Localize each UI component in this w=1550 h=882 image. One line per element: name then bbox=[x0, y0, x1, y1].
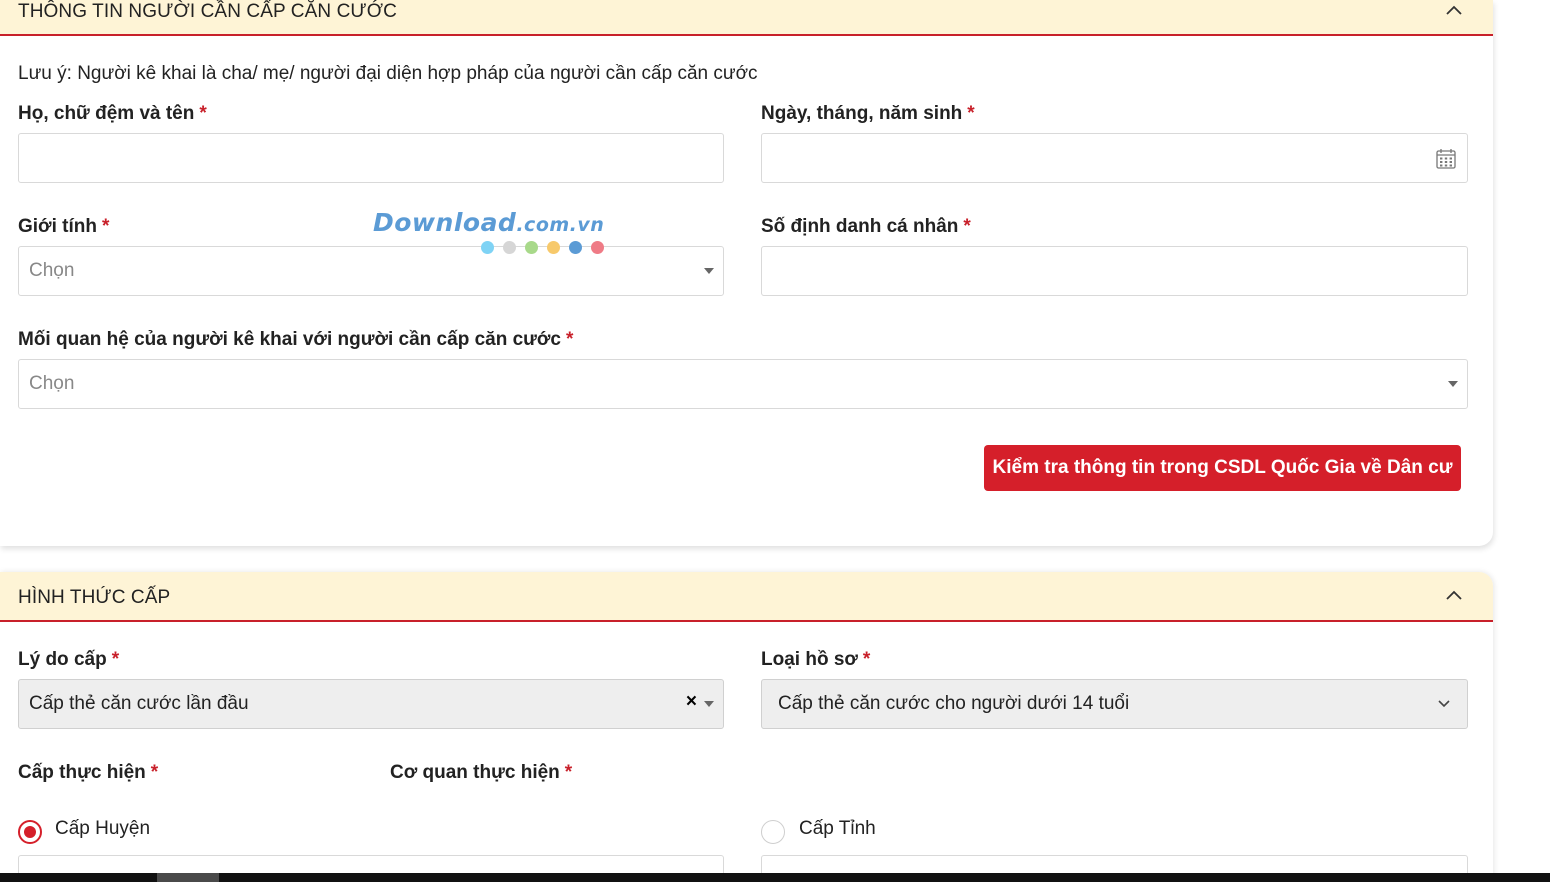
required-mark: * bbox=[101, 216, 110, 237]
radio-district-label[interactable]: Cấp Huyện bbox=[55, 818, 150, 840]
watermark-dot bbox=[569, 241, 582, 254]
required-mark: * bbox=[862, 649, 871, 670]
radio-district-level[interactable] bbox=[18, 820, 42, 844]
caret-down-icon bbox=[704, 268, 714, 274]
record-type-value: Cấp thẻ căn cước cho người dưới 14 tuổi bbox=[778, 693, 1130, 714]
watermark-dot bbox=[547, 241, 560, 254]
required-mark: * bbox=[199, 103, 207, 124]
chevron-down-icon bbox=[1438, 700, 1450, 708]
radio-province-label[interactable]: Cấp Tỉnh bbox=[799, 818, 876, 840]
required-mark: * bbox=[566, 329, 574, 350]
caret-down-icon bbox=[1448, 381, 1458, 387]
full-name-input[interactable] bbox=[18, 133, 724, 183]
relationship-label: Mối quan hệ của người kê khai với người … bbox=[18, 329, 574, 350]
required-mark: * bbox=[150, 762, 159, 783]
chevron-up-icon[interactable] bbox=[1445, 587, 1463, 605]
required-mark: * bbox=[111, 649, 120, 670]
radio-province-level[interactable] bbox=[761, 820, 785, 844]
required-mark: * bbox=[963, 216, 971, 237]
reason-value: Cấp thẻ căn cước lần đầu bbox=[29, 693, 249, 714]
note-text: Lưu ý: Người kê khai là cha/ mẹ/ người đ… bbox=[18, 63, 758, 84]
agency-label: Cơ quan thực hiện * bbox=[390, 762, 573, 783]
reason-label: Lý do cấp * bbox=[18, 649, 120, 670]
reason-select[interactable]: Cấp thẻ căn cước lần đầu × bbox=[18, 679, 724, 729]
dob-label: Ngày, tháng, năm sinh * bbox=[761, 103, 975, 124]
clear-icon[interactable]: × bbox=[686, 691, 697, 713]
section-header-issuance-method[interactable]: HÌNH THỨC CẤP bbox=[0, 572, 1493, 622]
section-title: THÔNG TIN NGƯỜI CẦN CẤP CĂN CƯỚC bbox=[18, 1, 397, 22]
relationship-select[interactable]: Chọn bbox=[18, 359, 1468, 409]
watermark-dot bbox=[481, 241, 494, 254]
personal-id-input[interactable] bbox=[761, 246, 1468, 296]
gender-select[interactable]: Chọn bbox=[18, 246, 724, 296]
calendar-icon[interactable] bbox=[1435, 148, 1457, 170]
required-mark: * bbox=[564, 762, 573, 783]
watermark-dot bbox=[525, 241, 538, 254]
scrollbar-thumb[interactable] bbox=[157, 873, 219, 882]
check-national-db-button[interactable]: Kiểm tra thông tin trong CSDL Quốc Gia v… bbox=[984, 445, 1461, 491]
record-type-label: Loại hồ sơ * bbox=[761, 649, 871, 670]
section-title: HÌNH THỨC CẤP bbox=[18, 587, 171, 608]
watermark-dot bbox=[503, 241, 516, 254]
person-info-card: THÔNG TIN NGƯỜI CẦN CẤP CĂN CƯỚC Lưu ý: … bbox=[0, 0, 1493, 546]
chevron-up-icon[interactable] bbox=[1445, 2, 1463, 20]
personal-id-label: Số định danh cá nhân * bbox=[761, 216, 971, 237]
full-name-label: Họ, chữ đệm và tên * bbox=[18, 103, 207, 124]
watermark-dot bbox=[591, 241, 604, 254]
relationship-placeholder: Chọn bbox=[29, 373, 75, 394]
gender-label: Giới tính * bbox=[18, 216, 110, 237]
caret-down-icon bbox=[704, 701, 714, 707]
section-header-person-info[interactable]: THÔNG TIN NGƯỜI CẦN CẤP CĂN CƯỚC bbox=[0, 0, 1493, 36]
download-watermark-logo: Download.com.vn bbox=[373, 208, 613, 263]
gender-placeholder: Chọn bbox=[29, 260, 75, 281]
required-mark: * bbox=[967, 103, 975, 124]
record-type-select[interactable]: Cấp thẻ căn cước cho người dưới 14 tuổi bbox=[761, 679, 1468, 729]
dob-input[interactable] bbox=[761, 133, 1468, 183]
page: THÔNG TIN NGƯỜI CẦN CẤP CĂN CƯỚC Lưu ý: … bbox=[0, 0, 1550, 882]
horizontal-scrollbar[interactable] bbox=[0, 873, 1550, 882]
level-label: Cấp thực hiện * bbox=[18, 762, 159, 783]
